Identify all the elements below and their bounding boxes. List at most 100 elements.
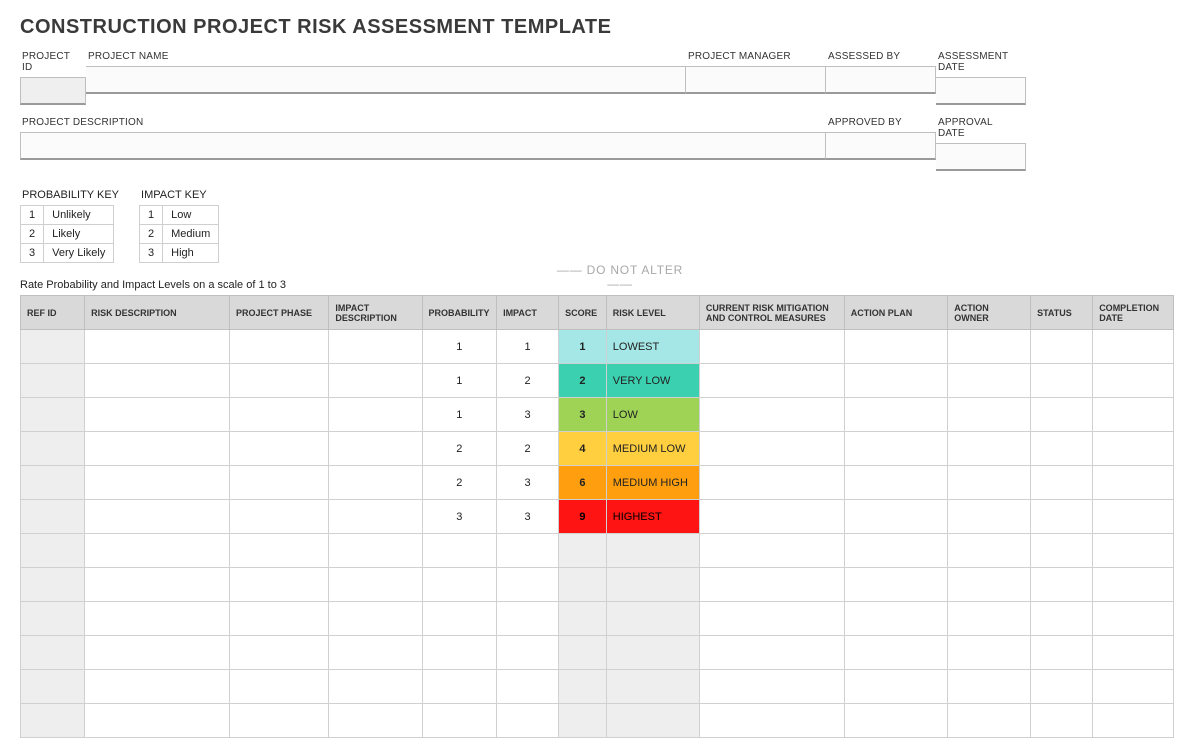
mitigation-cell[interactable] — [699, 602, 844, 636]
risk-description-cell[interactable] — [85, 330, 230, 364]
impact-cell[interactable]: 3 — [497, 398, 559, 432]
status-cell[interactable] — [1031, 364, 1093, 398]
impact-description-cell[interactable] — [329, 364, 422, 398]
ref-id-cell[interactable] — [21, 704, 85, 738]
status-cell[interactable] — [1031, 466, 1093, 500]
mitigation-cell[interactable] — [699, 500, 844, 534]
completion-date-cell[interactable] — [1093, 432, 1174, 466]
mitigation-cell[interactable] — [699, 364, 844, 398]
impact-cell[interactable] — [497, 704, 559, 738]
ref-id-cell[interactable] — [21, 568, 85, 602]
status-cell[interactable] — [1031, 602, 1093, 636]
status-cell[interactable] — [1031, 568, 1093, 602]
completion-date-cell[interactable] — [1093, 670, 1174, 704]
probability-cell[interactable]: 1 — [422, 398, 497, 432]
action-owner-cell[interactable] — [948, 330, 1031, 364]
impact-description-cell[interactable] — [329, 670, 422, 704]
impact-description-cell[interactable] — [329, 398, 422, 432]
impact-description-cell[interactable] — [329, 330, 422, 364]
completion-date-cell[interactable] — [1093, 534, 1174, 568]
risk-description-cell[interactable] — [85, 568, 230, 602]
risk-description-cell[interactable] — [85, 364, 230, 398]
project-phase-cell[interactable] — [230, 568, 329, 602]
action-owner-cell[interactable] — [948, 364, 1031, 398]
impact-cell[interactable]: 1 — [497, 330, 559, 364]
field-input[interactable] — [20, 77, 86, 105]
project-phase-cell[interactable] — [230, 466, 329, 500]
status-cell[interactable] — [1031, 432, 1093, 466]
probability-cell[interactable] — [422, 636, 497, 670]
project-phase-cell[interactable] — [230, 704, 329, 738]
ref-id-cell[interactable] — [21, 500, 85, 534]
action-plan-cell[interactable] — [844, 534, 948, 568]
completion-date-cell[interactable] — [1093, 568, 1174, 602]
status-cell[interactable] — [1031, 704, 1093, 738]
impact-description-cell[interactable] — [329, 636, 422, 670]
action-plan-cell[interactable] — [844, 466, 948, 500]
action-plan-cell[interactable] — [844, 670, 948, 704]
project-phase-cell[interactable] — [230, 500, 329, 534]
action-owner-cell[interactable] — [948, 466, 1031, 500]
action-plan-cell[interactable] — [844, 364, 948, 398]
ref-id-cell[interactable] — [21, 432, 85, 466]
risk-description-cell[interactable] — [85, 670, 230, 704]
impact-description-cell[interactable] — [329, 432, 422, 466]
impact-cell[interactable] — [497, 602, 559, 636]
action-plan-cell[interactable] — [844, 636, 948, 670]
impact-cell[interactable] — [497, 534, 559, 568]
project-phase-cell[interactable] — [230, 398, 329, 432]
risk-description-cell[interactable] — [85, 534, 230, 568]
field-input[interactable] — [20, 132, 826, 160]
project-phase-cell[interactable] — [230, 432, 329, 466]
project-phase-cell[interactable] — [230, 534, 329, 568]
probability-cell[interactable] — [422, 670, 497, 704]
probability-cell[interactable]: 1 — [422, 364, 497, 398]
probability-cell[interactable] — [422, 568, 497, 602]
impact-description-cell[interactable] — [329, 602, 422, 636]
mitigation-cell[interactable] — [699, 568, 844, 602]
probability-cell[interactable] — [422, 534, 497, 568]
completion-date-cell[interactable] — [1093, 602, 1174, 636]
ref-id-cell[interactable] — [21, 534, 85, 568]
risk-description-cell[interactable] — [85, 432, 230, 466]
impact-cell[interactable] — [497, 670, 559, 704]
impact-cell[interactable]: 3 — [497, 500, 559, 534]
field-input[interactable] — [826, 132, 936, 160]
ref-id-cell[interactable] — [21, 636, 85, 670]
action-plan-cell[interactable] — [844, 500, 948, 534]
risk-description-cell[interactable] — [85, 602, 230, 636]
project-phase-cell[interactable] — [230, 364, 329, 398]
risk-description-cell[interactable] — [85, 704, 230, 738]
impact-cell[interactable] — [497, 568, 559, 602]
ref-id-cell[interactable] — [21, 466, 85, 500]
probability-cell[interactable]: 2 — [422, 432, 497, 466]
field-input[interactable] — [86, 66, 686, 94]
mitigation-cell[interactable] — [699, 398, 844, 432]
risk-description-cell[interactable] — [85, 636, 230, 670]
mitigation-cell[interactable] — [699, 466, 844, 500]
completion-date-cell[interactable] — [1093, 704, 1174, 738]
action-owner-cell[interactable] — [948, 534, 1031, 568]
action-plan-cell[interactable] — [844, 602, 948, 636]
impact-description-cell[interactable] — [329, 704, 422, 738]
action-owner-cell[interactable] — [948, 500, 1031, 534]
completion-date-cell[interactable] — [1093, 466, 1174, 500]
ref-id-cell[interactable] — [21, 602, 85, 636]
action-plan-cell[interactable] — [844, 330, 948, 364]
completion-date-cell[interactable] — [1093, 364, 1174, 398]
impact-cell[interactable]: 2 — [497, 432, 559, 466]
mitigation-cell[interactable] — [699, 534, 844, 568]
mitigation-cell[interactable] — [699, 636, 844, 670]
action-owner-cell[interactable] — [948, 704, 1031, 738]
mitigation-cell[interactable] — [699, 704, 844, 738]
project-phase-cell[interactable] — [230, 602, 329, 636]
ref-id-cell[interactable] — [21, 670, 85, 704]
completion-date-cell[interactable] — [1093, 398, 1174, 432]
status-cell[interactable] — [1031, 670, 1093, 704]
ref-id-cell[interactable] — [21, 364, 85, 398]
probability-cell[interactable] — [422, 704, 497, 738]
field-input[interactable] — [686, 66, 826, 94]
ref-id-cell[interactable] — [21, 398, 85, 432]
mitigation-cell[interactable] — [699, 432, 844, 466]
completion-date-cell[interactable] — [1093, 500, 1174, 534]
